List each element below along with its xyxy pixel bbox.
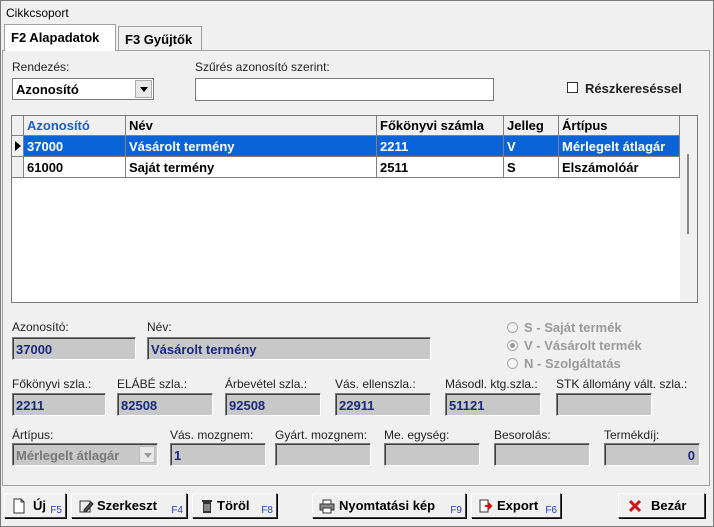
radio-szolgaltatas[interactable] (507, 358, 518, 369)
row-indicator (12, 157, 24, 178)
cell-artipus[interactable]: Elszámolóár (559, 157, 680, 178)
vas-ellenszla-label: Vás. ellenszla.: (335, 377, 416, 391)
radio-szolgaltatas-label: N - Szolgáltatás (524, 356, 621, 371)
radio-sajat-termek-label: S - Saját termék (524, 320, 622, 335)
elabe-label: ELÁBÉ szla.: (117, 377, 188, 391)
cell-fokonyvi[interactable]: 2211 (377, 136, 504, 157)
fokonyvi-label: Főkönyvi szla.: (12, 377, 92, 391)
artipus-select-value: Mérlegelt átlagár (16, 448, 120, 463)
sort-select[interactable]: Azonosító (12, 78, 154, 100)
grid-vertical-scrollbar[interactable] (680, 116, 697, 302)
sort-select-value: Azonosító (16, 82, 79, 97)
cell-nev[interactable]: Saját termény (126, 157, 377, 178)
row-indicator (12, 136, 24, 157)
partial-search-label: Részkereséssel (585, 81, 682, 96)
stk-label: STK állomány vált. szla.: (556, 377, 688, 391)
vas-mozgnem-field: 1 (170, 443, 266, 466)
termekdij-label: Termékdíj: (604, 428, 660, 442)
partial-search-checkbox[interactable] (567, 82, 578, 93)
search-input[interactable] (195, 78, 494, 101)
search-label: Szűrés azonosító szerint: (195, 60, 330, 74)
vas-mozgnem-label: Vás. mozgnem: (170, 428, 254, 442)
termekdij-field: 0 (604, 443, 700, 466)
stk-field (556, 393, 652, 416)
gyart-mozgnem-label: Gyárt. mozgnem: (275, 428, 368, 442)
grid-indicator-header (12, 116, 24, 136)
radio-sajat-termek[interactable] (507, 322, 518, 333)
azonosito-field: 37000 (12, 337, 136, 360)
radio-vasarolt-termek-label: V - Vásárolt termék (524, 338, 642, 353)
azonosito-label: Azonosító: (12, 320, 69, 334)
fokonyvi-field: 2211 (12, 393, 106, 416)
arbevetel-field: 92508 (225, 393, 321, 416)
elabe-field: 82508 (117, 393, 213, 416)
cell-azonosito[interactable]: 37000 (24, 136, 126, 157)
arbevetel-label: Árbevétel szla.: (225, 377, 308, 391)
cell-fokonyvi[interactable]: 2511 (377, 157, 504, 178)
column-header-jelleg[interactable]: Jelleg (504, 116, 559, 136)
cell-azonosito[interactable]: 61000 (24, 157, 126, 178)
vas-ellenszla-field: 22911 (335, 393, 431, 416)
masodl-field: 51121 (445, 393, 541, 416)
besorolas-label: Besorolás: (494, 428, 551, 442)
radio-vasarolt-termek[interactable] (507, 340, 518, 351)
cell-artipus[interactable]: Mérlegelt átlagár (559, 136, 680, 157)
row-pointer-icon (15, 141, 21, 151)
cell-nev[interactable]: Vásárolt termény (126, 136, 377, 157)
column-header-artipus[interactable]: Ártípus (559, 116, 680, 136)
nev-label: Név: (147, 320, 172, 334)
me-egyseg-label: Me. egység: (384, 428, 450, 442)
me-egyseg-field (384, 443, 480, 466)
cell-jelleg[interactable]: V (504, 136, 559, 157)
besorolas-field (494, 443, 590, 466)
column-header-azonosito[interactable]: Azonosító (24, 116, 126, 136)
column-header-fokonyvi[interactable]: Főkönyvi számla (377, 116, 504, 136)
gyart-mozgnem-field (275, 443, 371, 466)
artipus-label: Ártípus: (12, 428, 54, 442)
masodl-label: Másodl. ktg.szla.: (445, 377, 538, 391)
chevron-down-icon[interactable] (135, 80, 152, 98)
panel-content: Rendezés: Azonosító Szűrés azonosító sze… (0, 0, 714, 527)
data-grid[interactable]: Azonosító Név Főkönyvi számla Jelleg Árt… (11, 115, 698, 303)
chevron-down-icon (139, 446, 155, 463)
artipus-select: Mérlegelt átlagár (12, 443, 158, 466)
sort-label: Rendezés: (12, 60, 70, 74)
cell-jelleg[interactable]: S (504, 157, 559, 178)
column-header-nev[interactable]: Név (126, 116, 377, 136)
nev-field: Vásárolt termény (147, 337, 431, 360)
scrollbar-thumb[interactable] (687, 154, 689, 234)
